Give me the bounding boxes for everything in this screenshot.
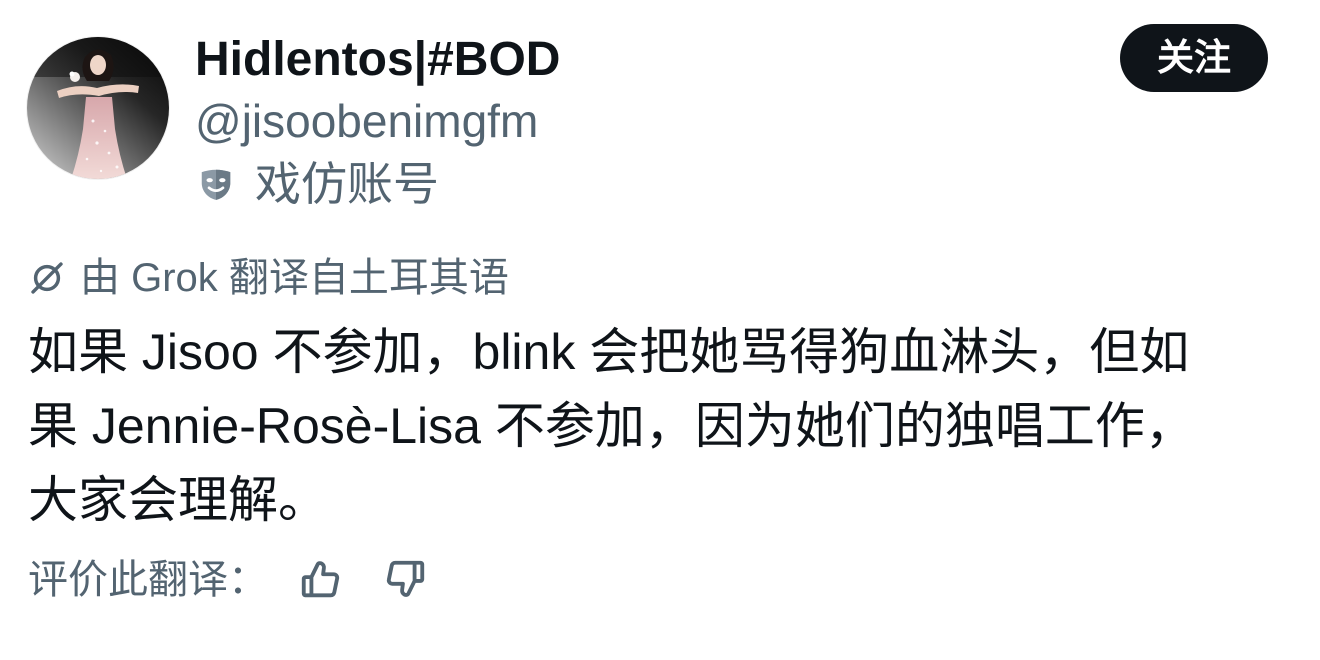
rate-translation-up-button[interactable] <box>298 557 344 603</box>
avatar-image <box>27 37 169 179</box>
follow-button[interactable]: 关注 <box>1120 24 1268 92</box>
post-card: Hidlentos|#BOD @jisoobenimgfm 戏仿账号 关注 由 … <box>0 0 1320 660</box>
translation-notice-text: 由 Grok 翻译自土耳其语 <box>80 256 509 300</box>
thumbs-up-icon <box>298 557 344 603</box>
translation-notice: 由 Grok 翻译自土耳其语 <box>28 253 509 303</box>
parody-label: 戏仿账号 <box>197 157 439 211</box>
grok-icon <box>28 259 66 297</box>
rating-prompt: 评价此翻译： <box>28 558 268 602</box>
parody-label-text: 戏仿账号 <box>255 158 439 210</box>
avatar[interactable] <box>27 37 169 179</box>
rate-translation-down-button[interactable] <box>382 557 428 603</box>
user-handle[interactable]: @jisoobenimgfm <box>195 94 538 148</box>
thumbs-down-icon <box>382 557 428 603</box>
post-text: 如果 Jisoo 不参加，blink 会把她骂得狗血淋头，但如果 Jennie-… <box>28 324 1195 528</box>
parody-mask-icon <box>197 165 235 203</box>
display-name[interactable]: Hidlentos|#BOD <box>195 32 560 88</box>
